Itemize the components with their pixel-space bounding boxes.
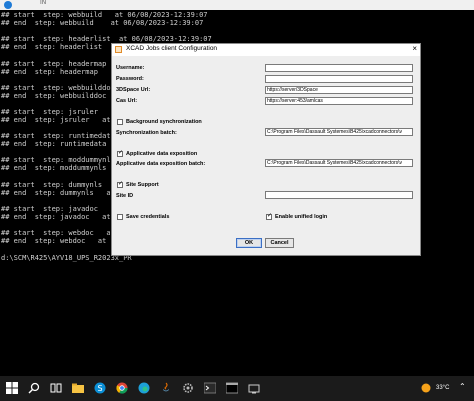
dialog-title: XCAD Jobs client Configuration (126, 45, 218, 52)
terminal-icon[interactable] (204, 382, 216, 394)
taskbar: S 33°C ⌃ (0, 376, 474, 401)
edge-icon[interactable] (138, 382, 150, 394)
cas-url-field[interactable]: https://server:453/amlcas (265, 97, 413, 105)
titlebar-text: IN (40, 0, 47, 6)
background-sync-checkbox[interactable] (117, 119, 123, 125)
site-support-label: Site Support (126, 182, 159, 188)
app-icon (115, 46, 122, 53)
console-line: ## end step: webbuild at 06/08/2023-12:3… (1, 19, 204, 27)
app-data-exposition-checkbox[interactable] (117, 149, 123, 157)
command-prompt-icon[interactable] (226, 382, 238, 394)
task-view-icon[interactable] (50, 382, 62, 394)
dialog-titlebar: XCAD Jobs client Configuration × (112, 44, 420, 56)
enable-unified-login-label: Enable unified login (275, 214, 328, 220)
console-line: ## end step: runtimedata at (1, 140, 128, 148)
console-titlebar: IN (0, 0, 474, 10)
configuration-dialog: XCAD Jobs client Configuration × Usernam… (111, 43, 421, 256)
app-icon (4, 1, 12, 9)
chrome-icon[interactable] (116, 382, 128, 394)
console-line: ## end step: javadoc at 06/ (1, 213, 128, 221)
weather-sun-icon[interactable] (420, 382, 432, 394)
site-id-field[interactable] (265, 191, 413, 199)
console-line: ## end step: moddummynls at (1, 164, 128, 172)
windows-start-icon[interactable] (6, 382, 18, 394)
close-icon[interactable]: × (412, 44, 417, 53)
sync-batch-field[interactable]: C:\Program Files\Dassault Systemes\B425\… (265, 128, 413, 136)
save-credentials-label: Save credentials (126, 214, 170, 220)
username-label: Username: (116, 65, 145, 71)
site-id-label: Site ID (116, 193, 134, 199)
sync-batch-label: Synchronization batch: (116, 130, 177, 136)
java-icon[interactable] (160, 382, 172, 394)
app-data-exposition-label: Applicative data exposition (126, 151, 198, 157)
weather-temperature[interactable]: 33°C (436, 385, 449, 391)
console-line: ## end step: jsruler at 06/ (1, 116, 128, 124)
app-data-batch-label: Applicative data exposition batch: (116, 161, 206, 167)
save-credentials-checkbox[interactable] (117, 214, 123, 220)
site-support-checkbox[interactable] (117, 180, 123, 188)
skype-icon[interactable]: S (94, 382, 106, 394)
ok-button[interactable]: OK (236, 238, 262, 248)
background-sync-label: Background synchronization (126, 119, 202, 125)
app-data-batch-field[interactable]: C:\Program Files\Dassault Systemes\B425\… (265, 159, 413, 167)
svg-text:S: S (98, 384, 103, 393)
network-icon[interactable] (248, 382, 260, 394)
chevron-up-icon[interactable]: ⌃ (459, 382, 466, 391)
file-explorer-icon[interactable] (72, 382, 84, 394)
username-field[interactable] (265, 64, 413, 72)
console-line: ## end step: dummynls at 06 (1, 189, 128, 197)
password-label: Password: (116, 76, 144, 82)
password-field[interactable] (265, 75, 413, 83)
space-url-label: 3DSpace Url: (116, 87, 151, 93)
settings-icon[interactable] (182, 382, 194, 394)
search-icon[interactable] (28, 382, 40, 394)
enable-unified-login-checkbox[interactable] (266, 212, 272, 220)
cancel-button[interactable]: Cancel (265, 238, 294, 248)
space-url-field[interactable]: https://server/3DSpace (265, 86, 413, 94)
cas-url-label: Cas Url: (116, 98, 138, 104)
